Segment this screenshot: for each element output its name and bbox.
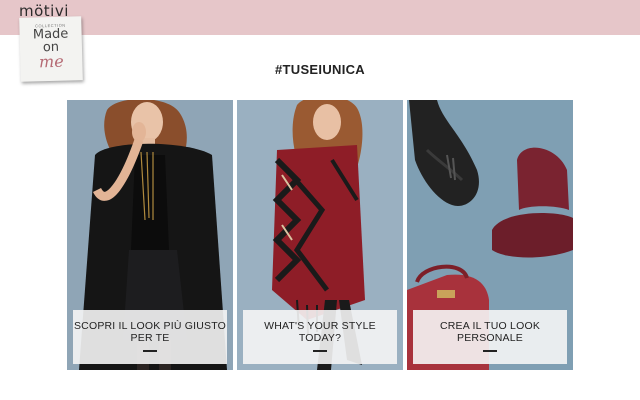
top-bar	[0, 0, 640, 35]
card-caption: WHAT'S YOUR STYLE TODAY?	[264, 320, 376, 344]
caption-underline	[483, 350, 497, 352]
card-caption-box[interactable]: CREA IL TUO LOOK PERSONALE	[413, 310, 567, 364]
card-caption-box[interactable]: WHAT'S YOUR STYLE TODAY?	[243, 310, 397, 364]
card-caption: CREA IL TUO LOOK PERSONALE	[439, 320, 541, 344]
page-hashtag-title: #TUSEIUNICA	[275, 62, 365, 77]
card-crea-look[interactable]: CREA IL TUO LOOK PERSONALE	[407, 100, 573, 370]
caption-underline	[143, 350, 157, 352]
card-grid: SCOPRI IL LOOK PIÙ GIUSTO PER TE WHAT'S …	[67, 100, 573, 370]
caption-underline	[313, 350, 327, 352]
card-whats-your-style[interactable]: WHAT'S YOUR STYLE TODAY?	[237, 100, 403, 370]
card-caption: SCOPRI IL LOOK PIÙ GIUSTO PER TE	[73, 320, 227, 344]
card-scopri-look[interactable]: SCOPRI IL LOOK PIÙ GIUSTO PER TE	[67, 100, 233, 370]
card-caption-box[interactable]: SCOPRI IL LOOK PIÙ GIUSTO PER TE	[73, 310, 227, 364]
